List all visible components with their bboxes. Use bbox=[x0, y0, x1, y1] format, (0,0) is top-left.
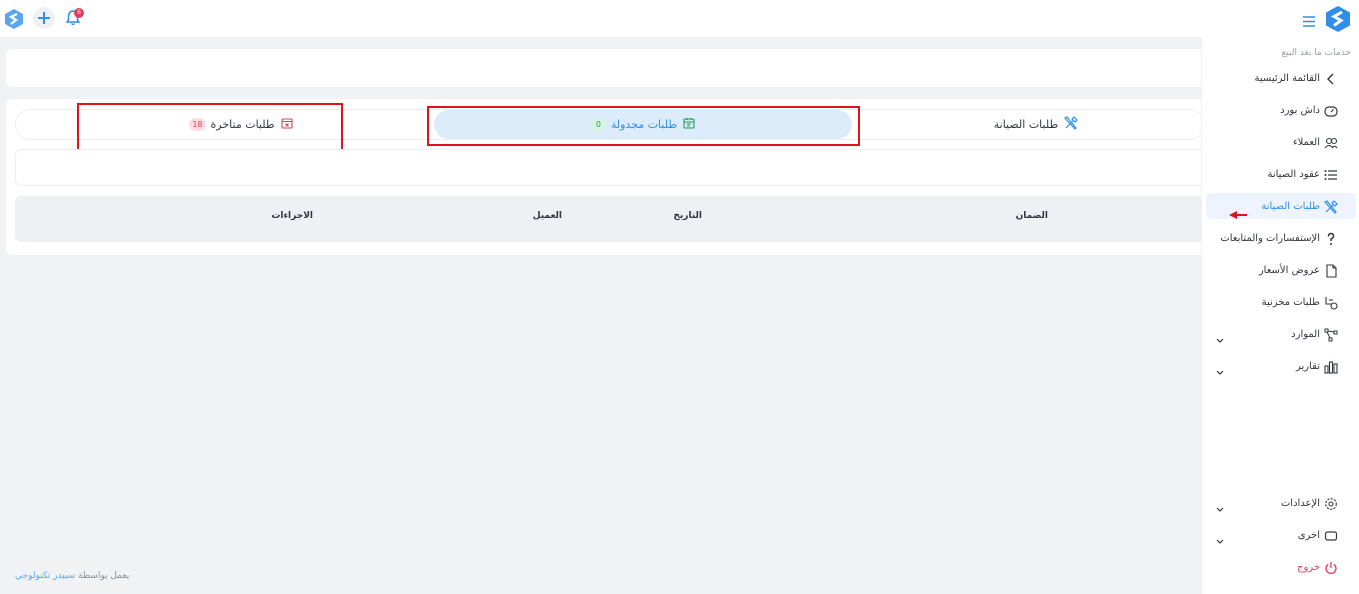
top-bar: 6 bbox=[0, 0, 1359, 37]
column-header-actions: الاجراءات bbox=[271, 211, 313, 221]
rectangle-icon bbox=[1324, 528, 1338, 542]
search-row[interactable] bbox=[15, 149, 1205, 186]
chevron-left-icon bbox=[1324, 71, 1338, 85]
document-icon bbox=[1324, 263, 1338, 278]
tab-maintenance-requests[interactable]: طلبات الصيانة bbox=[876, 110, 1196, 139]
sidebar-item-other[interactable]: اخرى bbox=[1206, 522, 1356, 548]
sidebar-item-dashboard[interactable]: داش بورد bbox=[1206, 97, 1356, 123]
footer: يعمل بواسطة سبيدر تكنولوجي bbox=[15, 571, 129, 581]
tools-icon bbox=[1324, 199, 1338, 214]
brand-logo-icon[interactable] bbox=[1326, 6, 1350, 36]
chevron-down-icon bbox=[1216, 361, 1224, 380]
sidebar-item-reports[interactable]: تقارير bbox=[1206, 353, 1356, 379]
sidebar-item-clients[interactable]: العملاء bbox=[1206, 129, 1356, 155]
sidebar-item-label: الموارد bbox=[1291, 328, 1320, 340]
sidebar-item-quotations[interactable]: عروض الأسعار bbox=[1206, 257, 1356, 283]
share-icon bbox=[1324, 327, 1338, 342]
tools-icon bbox=[1064, 116, 1079, 133]
footer-prefix: يعمل بواسطة bbox=[78, 571, 130, 581]
list-icon bbox=[1324, 167, 1338, 181]
sidebar-item-label: داش بورد bbox=[1280, 104, 1320, 116]
sidebar-item-main-menu[interactable]: القائمة الرئيسية bbox=[1206, 65, 1356, 91]
add-icon[interactable] bbox=[33, 7, 55, 29]
power-icon bbox=[1324, 560, 1338, 575]
sidebar-item-settings[interactable]: الإعدادات bbox=[1206, 490, 1356, 516]
sidebar-item-maintenance-contracts[interactable]: عقود الصيانة bbox=[1206, 161, 1356, 187]
chevron-down-icon bbox=[1216, 329, 1224, 348]
tab-label: طلبات الصيانة bbox=[993, 118, 1059, 131]
sidebar-item-logout[interactable]: خروج bbox=[1206, 554, 1356, 580]
table-header: الضمان التاريخ العميل الاجراءات bbox=[15, 196, 1205, 242]
footer-brand-link[interactable]: سبيدر تكنولوجي bbox=[15, 571, 75, 581]
users-icon bbox=[1324, 135, 1338, 149]
sidebar-item-stock-requests[interactable]: طلبات مخزنية bbox=[1206, 289, 1356, 315]
sidebar-item-label: طلبات الصيانة bbox=[1261, 200, 1320, 212]
gear-icon bbox=[1324, 496, 1338, 510]
sidebar-heading: خدمات ما بعد البيع bbox=[1281, 48, 1351, 58]
sidebar-item-resources[interactable]: الموارد bbox=[1206, 321, 1356, 347]
stock-icon bbox=[1324, 295, 1338, 310]
sidebar: خدمات ما بعد البيع القائمة الرئيسية داش … bbox=[1201, 37, 1359, 594]
highlight-box-scheduled bbox=[427, 106, 860, 146]
sidebar-item-label: خروج bbox=[1297, 561, 1320, 573]
chevron-down-icon bbox=[1216, 530, 1224, 549]
sidebar-item-label: عروض الأسعار bbox=[1258, 264, 1320, 276]
sidebar-item-label: العملاء bbox=[1292, 136, 1320, 148]
notification-badge: 6 bbox=[74, 8, 84, 18]
app-logo-icon[interactable] bbox=[5, 9, 23, 33]
bar-chart-icon bbox=[1324, 359, 1338, 374]
sidebar-item-label: اخرى bbox=[1297, 529, 1320, 541]
sidebar-item-label: الإستفسارات والمتابعات bbox=[1220, 232, 1320, 244]
column-header-warranty: الضمان bbox=[1015, 211, 1048, 221]
question-icon bbox=[1324, 231, 1338, 245]
menu-toggle-icon[interactable] bbox=[1303, 12, 1315, 31]
pointer-arrow-icon bbox=[1229, 205, 1247, 224]
sidebar-item-label: تقارير bbox=[1295, 360, 1320, 372]
sidebar-item-label: طلبات مخزنية bbox=[1261, 296, 1320, 308]
sidebar-item-inquiries[interactable]: الإستفسارات والمتابعات bbox=[1206, 225, 1356, 251]
speedometer-icon bbox=[1324, 103, 1338, 117]
column-header-client: العميل bbox=[532, 211, 562, 221]
sidebar-item-label: الإعدادات bbox=[1280, 497, 1320, 509]
column-header-date: التاريخ bbox=[673, 211, 702, 221]
sidebar-item-label: القائمة الرئيسية bbox=[1254, 72, 1320, 84]
filter-card bbox=[6, 49, 1206, 87]
sidebar-item-label: عقود الصيانة bbox=[1267, 168, 1320, 180]
chevron-down-icon bbox=[1216, 498, 1224, 517]
highlight-box-late bbox=[77, 103, 343, 152]
